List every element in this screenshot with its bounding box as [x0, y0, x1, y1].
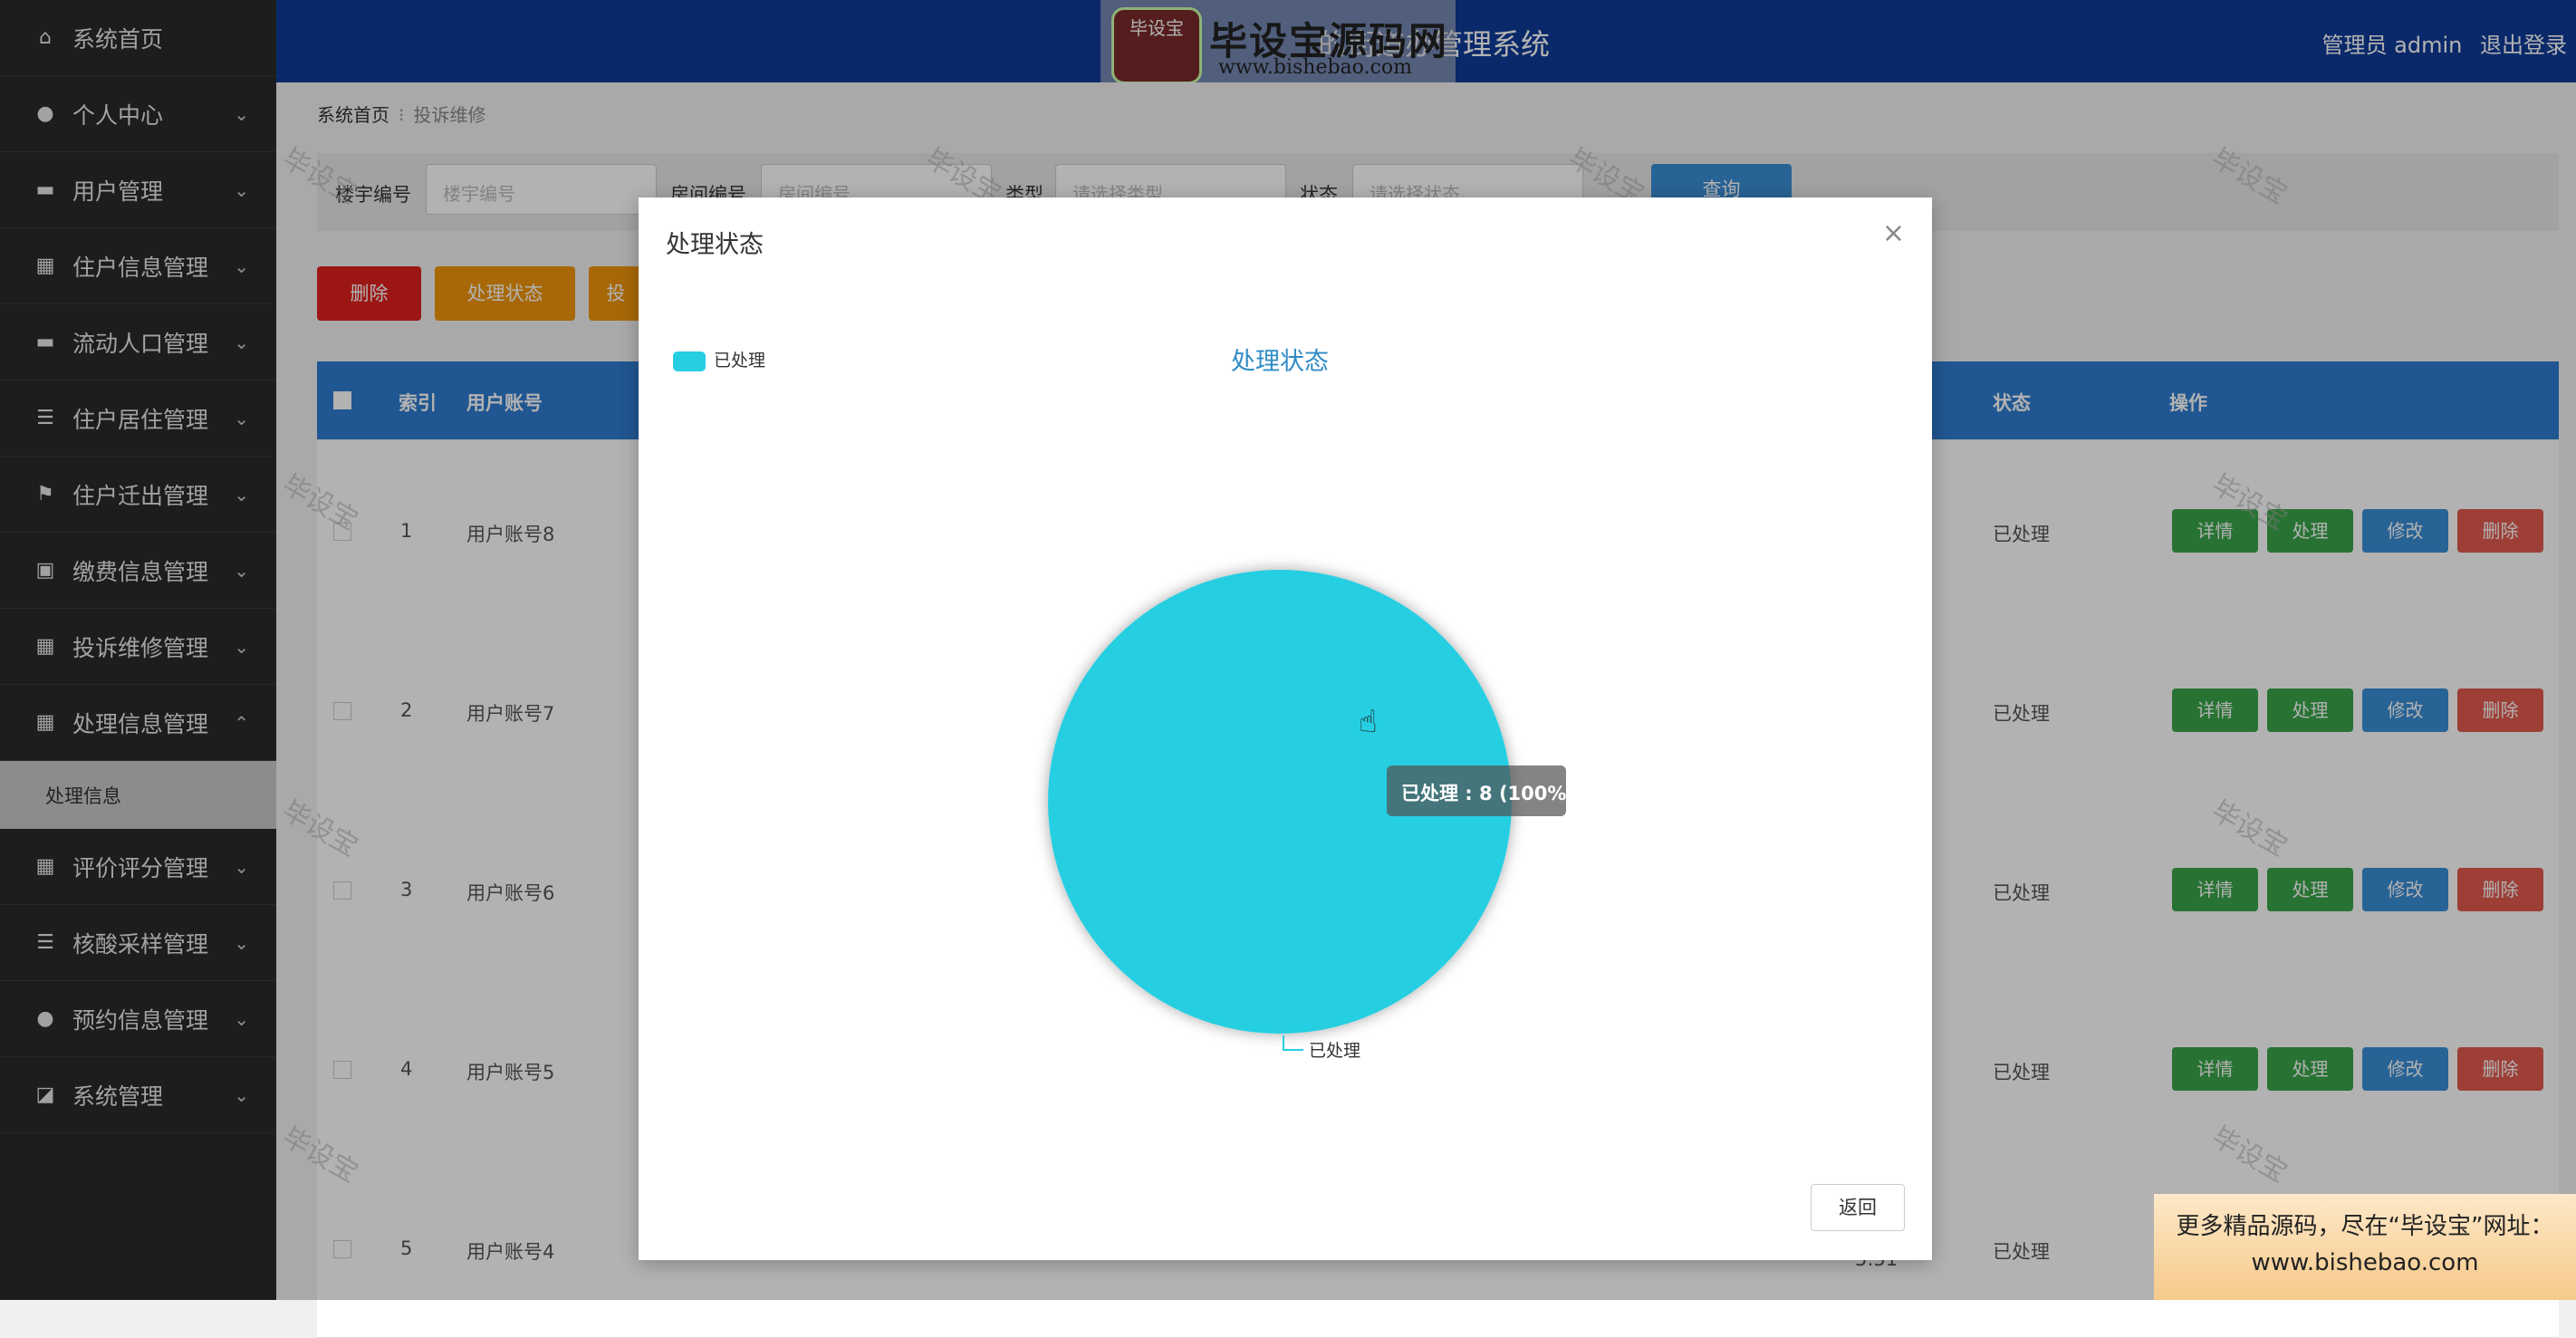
modal-title: 处理状态	[666, 231, 764, 259]
promo-line-1: 更多精品源码，尽在“毕设宝”网址：	[2176, 1213, 2554, 1240]
slice-label-line	[1283, 1035, 1303, 1051]
chart-title: 处理状态	[1231, 348, 1329, 376]
promo-line-2: www.bishebao.com	[2251, 1249, 2479, 1276]
chart-tooltip-text: 已处理 : 8 (100%)	[1401, 783, 1575, 804]
close-icon[interactable]: ×	[1882, 217, 1905, 249]
hand-cursor-icon: ☝	[1359, 704, 1378, 740]
legend-label: 已处理	[714, 351, 765, 371]
status-chart-modal: 处理状态 × 处理状态 已处理 已处理 已处理 : 8 (100%) ☝ 返回	[639, 197, 1932, 1260]
legend-swatch	[673, 351, 706, 371]
slice-label: 已处理	[1309, 1041, 1360, 1061]
back-button[interactable]: 返回	[1811, 1184, 1905, 1231]
promo-banner: 更多精品源码，尽在“毕设宝”网址： www.bishebao.com	[2154, 1194, 2576, 1300]
pie-chart: 处理状态已处理已处理已处理 : 8 (100%)☝	[673, 348, 1575, 1061]
